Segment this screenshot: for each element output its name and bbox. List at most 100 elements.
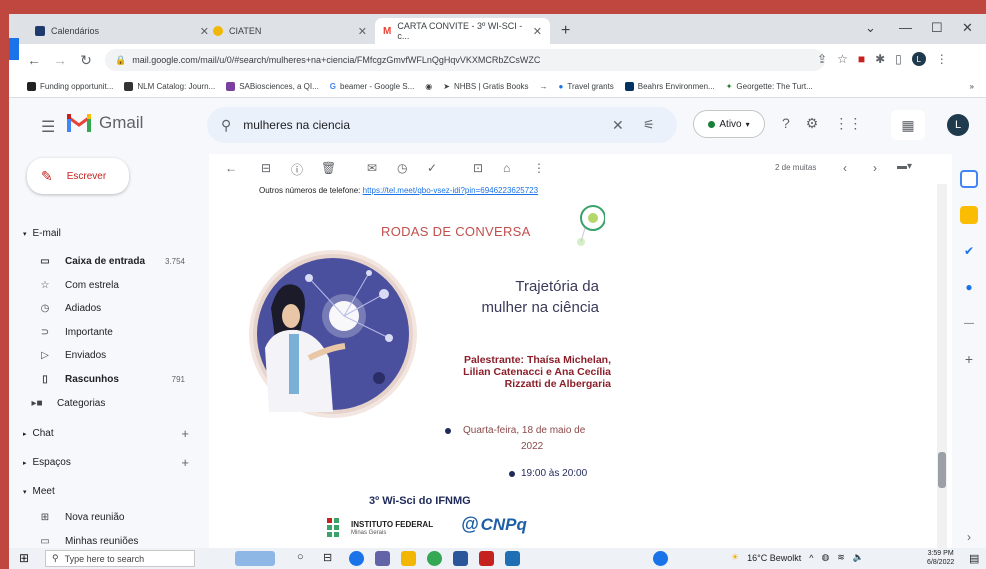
hamburger-menu-icon[interactable]: ☰: [41, 117, 55, 137]
section-email[interactable]: ▾ E-mail: [23, 228, 203, 239]
url-bar[interactable]: 🔒 mail.google.com/mail/u/0/#search/mulhe…: [105, 49, 825, 71]
search-input[interactable]: mulheres na ciencia: [243, 118, 350, 132]
bookmark-item[interactable]: Gbeamer - Google S...: [330, 82, 415, 91]
newer-chevron-icon[interactable]: ‹: [843, 161, 847, 175]
older-chevron-icon[interactable]: ›: [873, 161, 877, 175]
chevron-down-icon[interactable]: ⌄: [865, 20, 876, 36]
bookmark-item[interactable]: SABiosciences, a QI...: [226, 82, 319, 91]
chrome-icon[interactable]: [427, 551, 442, 566]
task-view-icon[interactable]: ○: [297, 551, 312, 566]
widgets-icon[interactable]: ⊟: [323, 551, 338, 566]
sidebar-item-drafts[interactable]: ▯ Rascunhos 791: [39, 374, 199, 385]
add-chat-icon[interactable]: +: [181, 426, 189, 441]
contacts-panel-icon[interactable]: ●: [960, 278, 978, 296]
bookmark-item[interactable]: ➤ NHBS | Gratis Books: [443, 82, 528, 91]
weather-text[interactable]: 16°C Bewolkt: [747, 553, 801, 563]
sidebar-item-starred[interactable]: ☆ Com estrela: [39, 280, 199, 291]
bookmark-star-icon[interactable]: ☆: [837, 52, 848, 66]
sidebar-item-inbox[interactable]: ▭ Caixa de entrada 3.754: [39, 256, 199, 267]
network-icon[interactable]: ◍: [821, 552, 829, 563]
puzzle-icon[interactable]: ✱: [875, 52, 885, 66]
teams-icon[interactable]: [375, 551, 390, 566]
bookmark-item[interactable]: NLM Catalog: Journ...: [124, 82, 215, 91]
word-icon[interactable]: [453, 551, 468, 566]
sidebar-item-snoozed[interactable]: ◷ Adiados: [39, 303, 199, 314]
window-close-button[interactable]: ✕: [962, 20, 973, 36]
calendar-addon-icon[interactable]: ▦: [891, 110, 925, 140]
close-icon[interactable]: ✕: [533, 25, 542, 38]
status-button[interactable]: Ativo ▾: [693, 110, 765, 138]
sidepanel-icon[interactable]: ▯: [895, 52, 902, 66]
back-arrow-icon[interactable]: ←: [225, 161, 237, 175]
windows-start-icon[interactable]: ⊞: [19, 551, 29, 565]
move-to-icon[interactable]: ⊡: [473, 161, 483, 175]
account-avatar[interactable]: L: [947, 114, 969, 136]
edge-icon[interactable]: [349, 551, 364, 566]
phone-link[interactable]: https://tel.meet/qbo-vsez-idi?pin=694622…: [363, 186, 538, 195]
bookmark-item[interactable]: ✦ Georgette: The Turt...: [726, 82, 813, 91]
mark-unread-icon[interactable]: ✉: [367, 161, 377, 175]
photos-icon[interactable]: [505, 551, 520, 566]
add-addon-icon[interactable]: +: [960, 350, 978, 368]
taskbar-search[interactable]: ⚲ Type here to search: [45, 550, 195, 567]
apps-grid-icon[interactable]: ⋮⋮: [834, 115, 862, 132]
sidebar-item-my-meetings[interactable]: ▭ Minhas reuniões: [39, 536, 199, 547]
bookmark-item[interactable]: Funding opportunit...: [27, 82, 113, 91]
help-app-icon[interactable]: [653, 551, 668, 566]
file-explorer-icon[interactable]: [401, 551, 416, 566]
maximize-button[interactable]: ☐: [931, 20, 943, 36]
profile-avatar[interactable]: L: [911, 52, 926, 66]
clear-search-icon[interactable]: ✕: [612, 117, 624, 134]
acrobat-icon[interactable]: [479, 551, 494, 566]
help-icon[interactable]: ?: [782, 115, 790, 132]
scrollbar[interactable]: [937, 184, 947, 569]
new-tab-button[interactable]: +: [561, 22, 570, 40]
extension-icon[interactable]: ■: [858, 52, 865, 66]
add-space-icon[interactable]: +: [181, 455, 189, 470]
back-button[interactable]: ←: [23, 52, 45, 68]
keyboard-icon[interactable]: ▬▾: [897, 161, 912, 172]
expand-panel-chevron-icon[interactable]: ›: [960, 528, 978, 546]
notification-icon[interactable]: ▤: [969, 552, 979, 565]
settings-gear-icon[interactable]: ⚙: [806, 115, 819, 132]
sidebar-item-categories[interactable]: ▸■ Categorias: [31, 398, 191, 409]
search-icon[interactable]: ⚲: [221, 117, 231, 134]
reload-button[interactable]: ↻: [75, 52, 97, 69]
section-chat[interactable]: ▸ Chat +: [23, 426, 203, 441]
chevron-up-icon[interactable]: ^: [809, 553, 813, 563]
delete-icon[interactable]: 🗑: [321, 161, 336, 175]
menu-icon[interactable]: ⋮: [936, 52, 948, 66]
close-icon[interactable]: ✕: [358, 25, 367, 38]
taskbar-clock[interactable]: 3:59 PM 6/8/2022: [927, 549, 954, 567]
bookmark-item[interactable]: ◉: [425, 82, 432, 91]
bookmarks-more[interactable]: »: [970, 82, 974, 91]
keep-panel-icon[interactable]: [960, 206, 978, 224]
tasks-panel-icon[interactable]: ✔: [960, 242, 978, 260]
forward-button[interactable]: →: [49, 52, 71, 68]
add-task-icon[interactable]: ✓: [427, 161, 437, 175]
sidebar-item-sent[interactable]: ▷ Enviados: [39, 350, 199, 361]
label-tag-icon[interactable]: ⌂: [503, 161, 510, 175]
tab-ciaten[interactable]: CIATEN ✕: [205, 18, 375, 44]
sidebar-item-new-meeting[interactable]: ⊞ Nova reunião: [39, 512, 199, 523]
section-spaces[interactable]: ▸ Espaços +: [23, 455, 203, 470]
scrollbar-thumb[interactable]: [938, 452, 946, 488]
tab-calendarios[interactable]: Calendários ✕: [27, 18, 217, 44]
bookmark-item[interactable]: →: [540, 82, 548, 91]
archive-icon[interactable]: ⊟: [261, 161, 271, 175]
bookmark-item[interactable]: ● Travel grants: [559, 82, 614, 91]
calendar-panel-icon[interactable]: [960, 170, 978, 188]
sidebar-item-important[interactable]: ⊃ Importante: [39, 327, 199, 338]
compose-button[interactable]: ✎ Escrever: [27, 158, 129, 194]
volume-icon[interactable]: 🔈: [853, 552, 864, 563]
gmail-logo[interactable]: Gmail: [67, 113, 143, 133]
bookmark-item[interactable]: Beahrs Environmen...: [624, 82, 715, 91]
share-icon[interactable]: ⇪: [817, 52, 827, 66]
section-meet[interactable]: ▾ Meet: [23, 486, 203, 497]
tab-carta-convite[interactable]: M CARTA CONVITE - 3º WI-SCI - c... ✕: [375, 18, 550, 44]
weather-widget-icon[interactable]: [235, 551, 275, 566]
more-options-icon[interactable]: ⋮: [533, 161, 545, 175]
search-options-icon[interactable]: ⚟: [643, 117, 655, 133]
snooze-icon[interactable]: ◷: [397, 161, 407, 175]
search-bar[interactable]: ⚲ mulheres na ciencia ✕ ⚟: [207, 107, 677, 143]
